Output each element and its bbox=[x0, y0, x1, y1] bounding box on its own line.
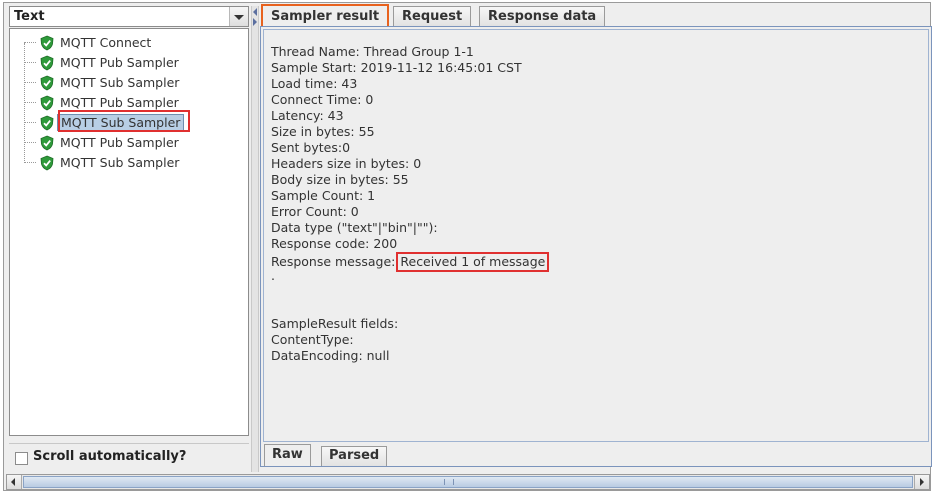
result-line: ContentType: bbox=[271, 332, 354, 347]
green-shield-check-icon bbox=[40, 115, 54, 131]
response-message-label: Response message: bbox=[271, 254, 400, 269]
green-shield-check-icon bbox=[40, 55, 54, 71]
result-line: DataEncoding: null bbox=[271, 348, 390, 363]
result-line: Thread Name: Thread Group 1-1 bbox=[271, 44, 474, 59]
result-line bbox=[271, 284, 549, 300]
sampler-tree: MQTT Connect MQTT Pub Sampler MQTT Sub S… bbox=[9, 28, 249, 436]
tab-parsed[interactable]: Parsed bbox=[321, 446, 388, 466]
result-line: Headers size in bytes: 0 bbox=[271, 156, 422, 171]
tree-item[interactable]: MQTT Pub Sampler bbox=[24, 53, 244, 73]
tree-item[interactable]: MQTT Connect bbox=[24, 33, 244, 53]
renderer-select[interactable]: Text bbox=[9, 6, 249, 27]
result-line: Sample Start: 2019-11-12 16:45:01 CST bbox=[271, 60, 522, 75]
tree-item-label: MQTT Sub Sampler bbox=[60, 155, 180, 170]
result-tabs: Sampler result Request Response data bbox=[260, 4, 932, 27]
green-shield-check-icon bbox=[40, 155, 54, 171]
sampler-result-content: Thread Name: Thread Group 1-1 Sample Sta… bbox=[260, 26, 932, 467]
tab-raw[interactable]: Raw bbox=[264, 444, 311, 466]
green-shield-check-icon bbox=[40, 35, 54, 51]
selected-item-highlight bbox=[58, 110, 190, 132]
result-line: Latency: 43 bbox=[271, 108, 344, 123]
scroll-automatically-label: Scroll automatically? bbox=[33, 449, 187, 464]
tree-item-label: MQTT Pub Sampler bbox=[60, 135, 179, 150]
panel-splitter[interactable] bbox=[251, 6, 259, 472]
collapse-left-icon[interactable] bbox=[253, 8, 257, 16]
result-line: Error Count: 0 bbox=[271, 204, 359, 219]
results-window: Text MQTT Connect MQTT Pub Sampler MQTT … bbox=[3, 2, 932, 491]
result-line: Response code: 200 bbox=[271, 236, 398, 251]
horizontal-scrollbar[interactable] bbox=[6, 474, 930, 490]
tree-item[interactable]: MQTT Pub Sampler bbox=[24, 133, 244, 153]
result-line: Load time: 43 bbox=[271, 76, 358, 91]
green-shield-check-icon bbox=[40, 75, 54, 91]
result-line: Body size in bytes: 55 bbox=[271, 172, 409, 187]
tree-item-label: MQTT Pub Sampler bbox=[60, 55, 179, 70]
result-line: Data type ("text"|"bin"|""): bbox=[271, 220, 438, 235]
result-line: SampleResult fields: bbox=[271, 316, 399, 331]
result-line: Sample Count: 1 bbox=[271, 188, 376, 203]
tree-item[interactable]: MQTT Sub Sampler bbox=[24, 153, 244, 173]
renderer-select-value: Text bbox=[14, 9, 45, 24]
response-message-value: Received 1 of message bbox=[396, 252, 550, 272]
scroll-right-icon[interactable] bbox=[914, 475, 929, 489]
grip-icon bbox=[444, 479, 454, 485]
collapse-right-icon[interactable] bbox=[253, 18, 257, 26]
green-shield-check-icon bbox=[40, 135, 54, 151]
response-message-line: Response message: Received 1 of message bbox=[271, 252, 550, 272]
result-line: Connect Time: 0 bbox=[271, 92, 374, 107]
tree-item-label: MQTT Connect bbox=[60, 35, 152, 50]
result-line: Size in bytes: 55 bbox=[271, 124, 375, 139]
tree-item[interactable]: MQTT Sub Sampler bbox=[24, 73, 244, 93]
result-line: Sent bytes:0 bbox=[271, 140, 351, 155]
sampler-result-text[interactable]: Thread Name: Thread Group 1-1 Sample Sta… bbox=[263, 29, 929, 442]
result-line bbox=[271, 300, 549, 316]
tab-response-data[interactable]: Response data bbox=[479, 6, 606, 26]
scroll-automatically-checkbox[interactable] bbox=[15, 452, 28, 465]
green-shield-check-icon bbox=[40, 95, 54, 111]
result-detail-panel: Sampler result Request Response data Thr… bbox=[260, 4, 932, 472]
chevron-down-icon[interactable] bbox=[229, 7, 248, 26]
scroll-automatically-option[interactable]: Scroll automatically? bbox=[9, 443, 249, 469]
scroll-left-icon[interactable] bbox=[7, 475, 22, 489]
tab-request[interactable]: Request bbox=[393, 6, 472, 26]
result-lines: Thread Name: Thread Group 1-1 Sample Sta… bbox=[271, 44, 550, 364]
scrollbar-thumb[interactable] bbox=[23, 476, 913, 488]
results-tree-panel: Text MQTT Connect MQTT Pub Sampler MQTT … bbox=[9, 6, 249, 472]
tab-sampler-result[interactable]: Sampler result bbox=[261, 4, 390, 27]
tree-item-label: MQTT Pub Sampler bbox=[60, 95, 179, 110]
tree-item-label: MQTT Sub Sampler bbox=[60, 75, 180, 90]
